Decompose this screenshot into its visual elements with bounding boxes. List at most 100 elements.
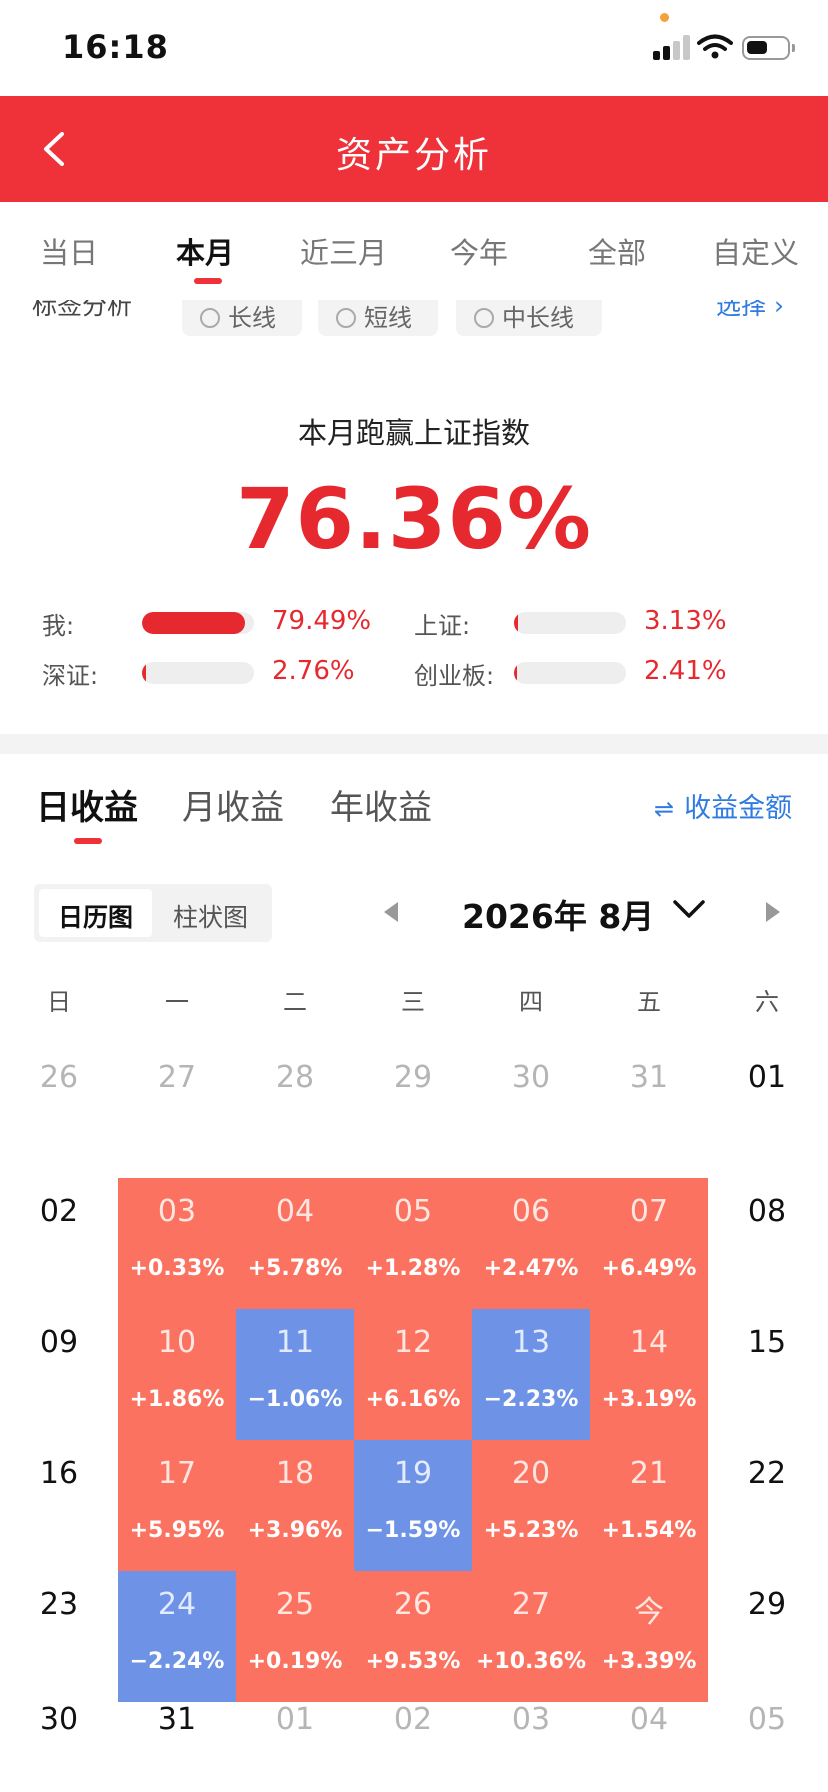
tab-this-month[interactable]: 本月 — [176, 230, 234, 272]
calendar-day-number: 31 — [157, 1702, 197, 1737]
calendar-day-return: −2.23% — [483, 1387, 579, 1412]
comparison-row-shenzhen: 深证: 2.76% — [42, 656, 382, 696]
calendar-day-return: +0.33% — [129, 1256, 225, 1281]
calendar-day-number: 26 — [393, 1587, 433, 1622]
month-label[interactable]: 2026年 8月 — [462, 890, 654, 938]
calendar-day-cell[interactable]: 30 — [0, 1702, 118, 1792]
comparison-bar-track — [514, 612, 626, 634]
tag-chip-mid-long-term[interactable]: 中长线 — [456, 300, 602, 336]
calendar-day-return: +0.19% — [247, 1649, 343, 1674]
calendar-day-number: 15 — [747, 1325, 787, 1360]
calendar-day-number: 02 — [39, 1194, 79, 1229]
comparison-bar-fill — [142, 612, 246, 634]
calendar-day-cell[interactable]: 02 — [0, 1178, 118, 1309]
calendar-day-cell[interactable]: 今 +3.39% — [590, 1571, 708, 1702]
calendar-day-number: 25 — [275, 1587, 315, 1622]
calendar-day-cell[interactable]: 03 — [472, 1702, 590, 1792]
active-tab-indicator — [194, 278, 222, 284]
outperform-value: 76.36% — [236, 470, 592, 568]
cellular-signal-icon — [653, 34, 691, 60]
calendar-day-cell[interactable]: 25 +0.19% — [236, 1571, 354, 1702]
calendar-day-cell[interactable]: 04 — [590, 1702, 708, 1792]
calendar-day-cell[interactable]: 21 +1.54% — [590, 1440, 708, 1571]
calendar-day-number: 16 — [39, 1456, 79, 1491]
tab-last-three-months[interactable]: 近三月 — [300, 230, 387, 272]
tag-select-link[interactable]: 选择 › — [716, 300, 784, 322]
calendar-day-return: +5.78% — [247, 1256, 343, 1281]
tag-filter-label: 标签分析 — [32, 300, 133, 320]
calendar-day-cell[interactable]: 17 +5.95% — [118, 1440, 236, 1571]
tag-chip-short-term[interactable]: 短线 — [318, 300, 438, 336]
calendar-day-cell[interactable]: 31 — [590, 1016, 708, 1126]
weekday-label: 四 — [519, 988, 543, 1016]
calendar-day-cell[interactable]: 05 +1.28% — [354, 1178, 472, 1309]
calendar-day-cell[interactable]: 01 — [708, 1016, 826, 1126]
income-amount-toggle[interactable]: ⇌ 收益金额 — [654, 786, 792, 825]
calendar-day-cell[interactable]: 06 +2.47% — [472, 1178, 590, 1309]
calendar-day-number: 02 — [393, 1702, 433, 1737]
calendar-day-number: 18 — [275, 1456, 315, 1491]
calendar-day-cell[interactable]: 03 +0.33% — [118, 1178, 236, 1309]
tab-yearly-income[interactable]: 年收益 — [330, 780, 432, 829]
tab-monthly-income[interactable]: 月收益 — [182, 780, 284, 829]
calendar-day-cell[interactable]: 27 — [118, 1016, 236, 1126]
tab-custom[interactable]: 自定义 — [712, 230, 799, 272]
app-header: 资产分析 — [0, 96, 828, 202]
calendar-day-return: +5.23% — [483, 1518, 579, 1543]
calendar-day-number: 28 — [275, 1060, 315, 1095]
calendar-day-cell[interactable]: 04 +5.78% — [236, 1178, 354, 1309]
weekday-label: 二 — [283, 988, 307, 1016]
next-month-icon[interactable] — [766, 902, 780, 922]
calendar-day-cell[interactable]: 14 +3.19% — [590, 1309, 708, 1440]
comparison-bar-track — [142, 662, 254, 684]
calendar-day-cell[interactable]: 01 — [236, 1702, 354, 1792]
calendar-day-cell[interactable]: 12 +6.16% — [354, 1309, 472, 1440]
comparison-row-chinext: 创业板: 2.41% — [414, 656, 754, 696]
tab-this-year[interactable]: 今年 — [450, 230, 508, 272]
tab-daily-income[interactable]: 日收益 — [36, 780, 138, 829]
calendar-day-number: 24 — [157, 1587, 197, 1622]
calendar-day-cell[interactable]: 15 — [708, 1309, 826, 1440]
previous-month-icon[interactable] — [384, 902, 398, 922]
calendar-day-cell[interactable]: 23 — [0, 1571, 118, 1702]
calendar-day-cell[interactable]: 29 — [708, 1571, 826, 1702]
calendar-view-button[interactable]: 日历图 — [39, 889, 152, 937]
calendar-day-cell[interactable]: 29 — [354, 1016, 472, 1126]
comparison-bar-fill — [514, 612, 519, 634]
calendar-day-cell[interactable]: 07 +6.49% — [590, 1178, 708, 1309]
calendar-day-cell[interactable]: 11 −1.06% — [236, 1309, 354, 1440]
comparison-label: 创业板: — [414, 662, 495, 690]
calendar-day-return: +2.47% — [483, 1256, 579, 1281]
chevron-down-icon[interactable] — [672, 894, 706, 924]
calendar-day-cell[interactable]: 13 −2.23% — [472, 1309, 590, 1440]
calendar-day-cell[interactable]: 30 — [472, 1016, 590, 1126]
tag-chip-long-term[interactable]: 长线 — [182, 300, 302, 336]
calendar-day-return: +3.19% — [601, 1387, 697, 1412]
calendar-day-cell[interactable]: 05 — [708, 1702, 826, 1792]
calendar-day-cell[interactable]: 16 — [0, 1440, 118, 1571]
calendar-day-number: 07 — [629, 1194, 669, 1229]
calendar-day-cell[interactable]: 02 — [354, 1702, 472, 1792]
calendar-day-cell[interactable]: 26 — [0, 1016, 118, 1126]
calendar-day-cell[interactable]: 28 — [236, 1016, 354, 1126]
tab-today[interactable]: 当日 — [40, 230, 98, 272]
calendar-day-cell[interactable]: 19 −1.59% — [354, 1440, 472, 1571]
weekday-label: 一 — [165, 988, 189, 1016]
tab-all[interactable]: 全部 — [588, 230, 646, 272]
bar-view-button[interactable]: 柱状图 — [154, 889, 267, 937]
calendar-day-cell[interactable]: 22 — [708, 1440, 826, 1571]
calendar-day-cell[interactable]: 31 — [118, 1702, 236, 1792]
calendar-day-cell[interactable]: 09 — [0, 1309, 118, 1440]
calendar-day-return: +1.86% — [129, 1387, 225, 1412]
calendar-day-cell[interactable]: 24 −2.24% — [118, 1571, 236, 1702]
calendar-day-cell[interactable]: 27 +10.36% — [472, 1571, 590, 1702]
calendar-day-number: 10 — [157, 1325, 197, 1360]
calendar-day-number: 01 — [275, 1702, 315, 1737]
calendar-day-number: 今 — [634, 1595, 664, 1630]
calendar-day-cell[interactable]: 26 +9.53% — [354, 1571, 472, 1702]
calendar-day-cell[interactable]: 08 — [708, 1178, 826, 1309]
calendar-day-cell[interactable]: 10 +1.86% — [118, 1309, 236, 1440]
comparison-value: 3.13% — [644, 606, 727, 636]
calendar-day-cell[interactable]: 20 +5.23% — [472, 1440, 590, 1571]
calendar-day-cell[interactable]: 18 +3.96% — [236, 1440, 354, 1571]
